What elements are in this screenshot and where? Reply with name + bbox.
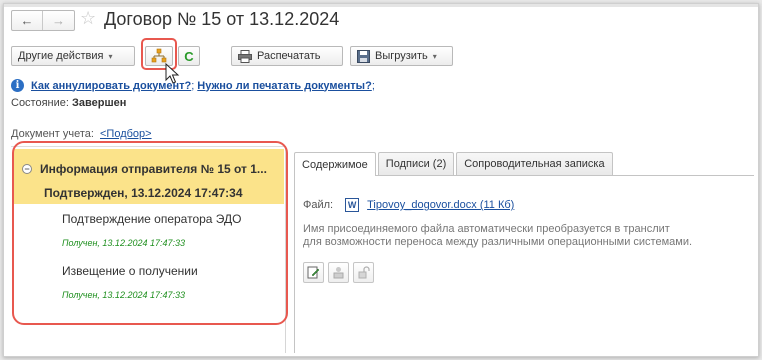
note-line: Имя присоединяемого файла автоматически … — [303, 223, 670, 235]
edit-file-button[interactable] — [303, 262, 324, 283]
tab-content[interactable]: Содержимое — [294, 152, 376, 176]
favorite-star-icon[interactable]: ☆ — [80, 8, 96, 29]
file-actions — [303, 262, 378, 283]
back-button[interactable]: ← — [12, 11, 43, 30]
export-label: Выгрузить — [375, 50, 428, 62]
print-button[interactable]: Распечатать — [231, 46, 343, 66]
separator: ; — [371, 79, 375, 92]
edit-pencil-icon — [307, 266, 320, 279]
file-link[interactable]: Tipovoy_dogovor.docx (11 Кб) — [367, 199, 514, 211]
accounting-document: Документ учета: <Подбор> — [11, 128, 152, 140]
other-actions-button[interactable]: Другие действия ▾ — [11, 46, 135, 66]
accounting-document-select-link[interactable]: <Подбор> — [100, 128, 152, 140]
tab-bar: Содержимое Подписи (2) Сопроводительная … — [294, 152, 615, 176]
save-disk-icon — [357, 49, 370, 63]
status-value: Завершен — [72, 97, 127, 109]
forward-button[interactable]: → — [43, 11, 74, 30]
separator: ; — [191, 79, 195, 92]
file-label: Файл: — [303, 199, 334, 211]
word-document-icon: W — [345, 198, 360, 212]
chevron-down-icon: ▾ — [432, 51, 437, 61]
other-actions-label: Другие действия — [18, 50, 104, 62]
file-name-note: Имя присоединяемого файла автоматически … — [303, 223, 692, 249]
link-annul[interactable]: Как аннулировать документ? — [31, 80, 191, 92]
unlock-file-button[interactable] — [353, 262, 374, 283]
chevron-down-icon: ▾ — [108, 51, 113, 61]
unlock-icon — [358, 266, 370, 279]
arrow-right-icon: → — [52, 13, 65, 28]
stamp-icon — [333, 267, 344, 279]
help-links: i Как аннулировать документ? ; Нужно ли … — [11, 79, 378, 92]
info-icon: i — [11, 79, 24, 92]
status-label: Состояние: — [11, 97, 69, 109]
tab-signatures[interactable]: Подписи (2) — [377, 152, 455, 175]
export-button[interactable]: Выгрузить ▾ — [350, 46, 453, 66]
nav-group: ← → — [11, 10, 75, 31]
printer-icon — [238, 49, 252, 63]
status-line: Состояние: Завершен — [11, 97, 126, 109]
page-title: Договор № 15 от 13.12.2024 — [104, 9, 340, 29]
refresh-icon: C — [184, 48, 194, 64]
note-line: для возможности переноса между различным… — [303, 236, 693, 248]
tab-cover-note[interactable]: Сопроводительная записка — [456, 152, 613, 175]
file-stamp-button[interactable] — [328, 262, 349, 283]
refresh-button[interactable]: C — [178, 46, 200, 66]
file-row: Файл: W Tipovoy_dogovor.docx (11 Кб) — [303, 198, 514, 212]
print-label: Распечатать — [257, 50, 321, 62]
arrow-left-icon: ← — [20, 13, 34, 28]
link-print-needed[interactable]: Нужно ли печатать документы? — [197, 80, 372, 92]
highlight-frame — [12, 141, 288, 325]
accounting-document-label: Документ учета: — [11, 128, 94, 140]
